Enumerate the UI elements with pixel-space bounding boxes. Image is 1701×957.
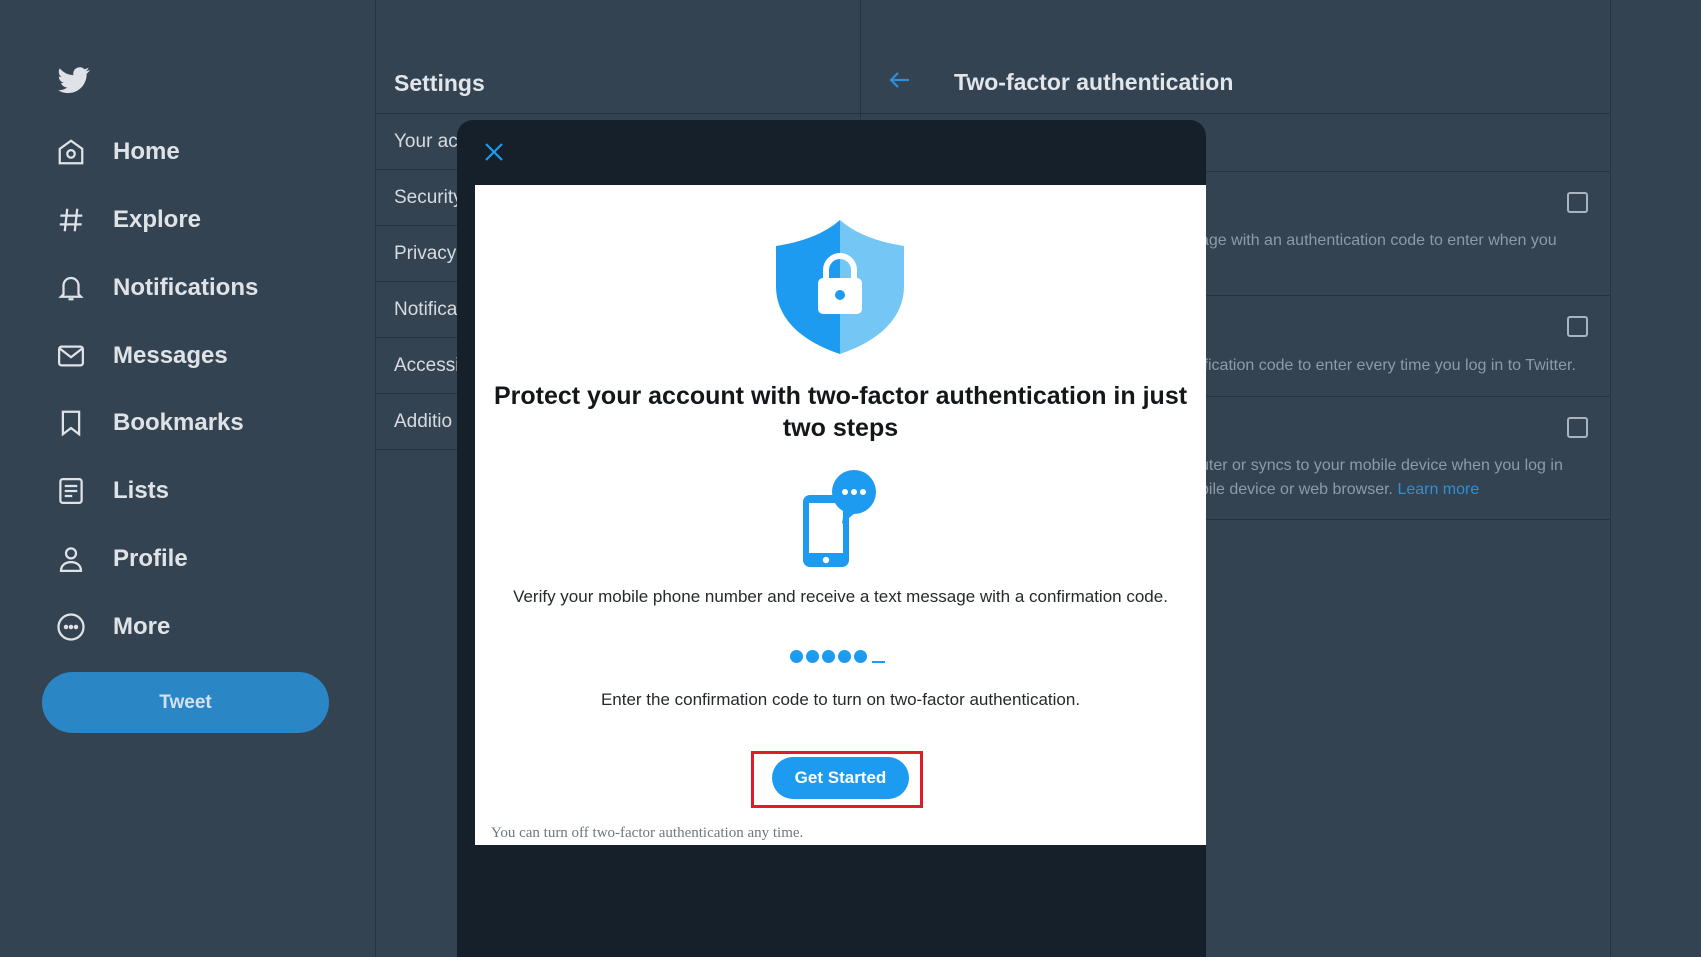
option-description: ification code to enter every time you l…	[1200, 357, 1576, 374]
sidebar-item-lists[interactable]: Lists	[55, 466, 169, 516]
sidebar-item-more[interactable]: More	[55, 602, 170, 652]
option-description: uter or syncs to your mobile device when…	[1200, 457, 1563, 474]
person-icon	[55, 543, 87, 575]
sidebar-item-home[interactable]: Home	[55, 127, 180, 177]
list-icon	[55, 475, 87, 507]
close-icon[interactable]	[482, 140, 506, 164]
settings-title: Settings	[394, 70, 485, 96]
confirmation-code-dots-icon	[790, 650, 885, 663]
phone-message-icon	[803, 470, 876, 567]
step-one-text: Verify your mobile phone number and rece…	[513, 587, 1168, 606]
hashtag-icon	[55, 204, 87, 236]
modal-footnote: You can turn off two-factor authenticati…	[491, 825, 804, 841]
sidebar-item-profile[interactable]: Profile	[55, 534, 188, 584]
envelope-icon	[55, 340, 87, 372]
back-arrow-icon[interactable]	[888, 68, 912, 92]
sidebar-item-label: Profile	[113, 545, 188, 572]
sidebar-item-label: Bookmarks	[113, 409, 244, 436]
option-description-text: bile device or web browser.	[1200, 481, 1393, 498]
sidebar-item-label: Lists	[113, 477, 170, 504]
sidebar-item-label: Home	[113, 138, 180, 165]
sidebar-item-explore[interactable]: Explore	[55, 195, 201, 245]
sidebar-item-notifications[interactable]: Notifications	[55, 263, 258, 313]
learn-more-link[interactable]: Learn more	[1397, 481, 1479, 498]
sidebar-nav: Home Explore Notifications Messages Book…	[0, 0, 375, 957]
divider	[1206, 171, 1610, 172]
divider	[861, 113, 1610, 114]
tweet-button[interactable]: Tweet	[42, 672, 329, 733]
page-title: Two-factor authentication	[954, 69, 1234, 95]
sidebar-item-label: Messages	[113, 342, 228, 369]
option-description: bile device or web browser. Learn more	[1200, 481, 1479, 499]
sidebar-item-label: Explore	[113, 206, 202, 233]
text-message-checkbox[interactable]	[1567, 192, 1588, 213]
sidebar-item-label: Notifications	[113, 274, 259, 301]
divider	[1206, 519, 1610, 520]
bookmark-icon	[55, 407, 87, 439]
shield-lock-icon	[776, 220, 904, 354]
sidebar-item-messages[interactable]: Messages	[55, 331, 228, 381]
divider	[1206, 295, 1610, 296]
more-circle-icon	[55, 611, 87, 643]
authentication-app-checkbox[interactable]	[1567, 316, 1588, 337]
divider	[1206, 396, 1610, 397]
security-key-checkbox[interactable]	[1567, 417, 1588, 438]
column-divider	[1610, 0, 1611, 957]
modal-title: Protect your account with two-factor aut…	[493, 382, 1188, 442]
home-icon	[55, 136, 87, 168]
bell-icon	[55, 272, 87, 304]
sidebar-item-bookmarks[interactable]: Bookmarks	[55, 398, 244, 448]
twitter-logo-icon[interactable]	[56, 64, 92, 96]
step-two-text: Enter the confirmation code to turn on t…	[600, 690, 1081, 709]
get-started-button[interactable]: Get Started	[772, 757, 909, 799]
option-description: age with an authentication code to enter…	[1200, 232, 1557, 249]
sidebar-item-label: More	[113, 613, 171, 640]
